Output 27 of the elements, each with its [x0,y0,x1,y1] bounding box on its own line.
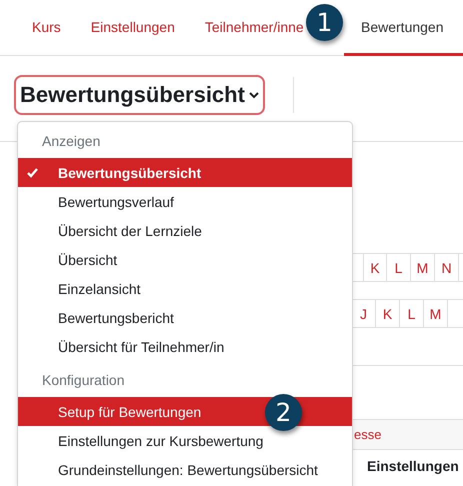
caret-icon [248,90,259,98]
letter-filter[interactable]: L [387,254,411,281]
menu-item[interactable]: Bewertungsübersicht [18,158,352,187]
checkmark-icon [27,168,38,178]
letter-filter[interactable]: M [424,300,448,327]
menu-heading: Anzeigen [41,132,102,151]
menu-item[interactable]: Übersicht für Teilnehmer/in [18,332,352,361]
letter-filter[interactable]: K [363,254,387,281]
menu-item[interactable]: Bewertungsverlauf [18,187,352,216]
step-badge: 1 [306,4,343,41]
column-heading: Einstellungen [366,457,460,474]
menu-item[interactable]: Bewertungsbericht [18,303,352,332]
letter-filter[interactable]: L [400,300,424,327]
report-selector[interactable]: Bewertungsübersicht [14,74,265,114]
letter-filter[interactable]: N [435,254,459,281]
nav-tab[interactable]: Kurs [32,0,61,56]
menu-item[interactable]: Übersicht der Lernziele [18,216,352,245]
menu-heading: Konfiguration [41,371,126,390]
menu-item[interactable]: Übersicht [18,245,352,274]
nav-tab[interactable]: Bewertungen [344,0,463,56]
column-link[interactable]: esse [354,427,382,442]
menu-item[interactable]: Einzelansicht [18,274,352,303]
letter-filter[interactable]: K [376,300,400,327]
nav-tab[interactable]: Einstellungen [90,0,175,56]
letter-filter[interactable]: M [411,254,435,281]
menu-item[interactable]: Grundeinstellungen: Bewertungsübersicht [18,455,352,484]
nav-tab[interactable]: Teilnehmer/inne [204,0,304,56]
